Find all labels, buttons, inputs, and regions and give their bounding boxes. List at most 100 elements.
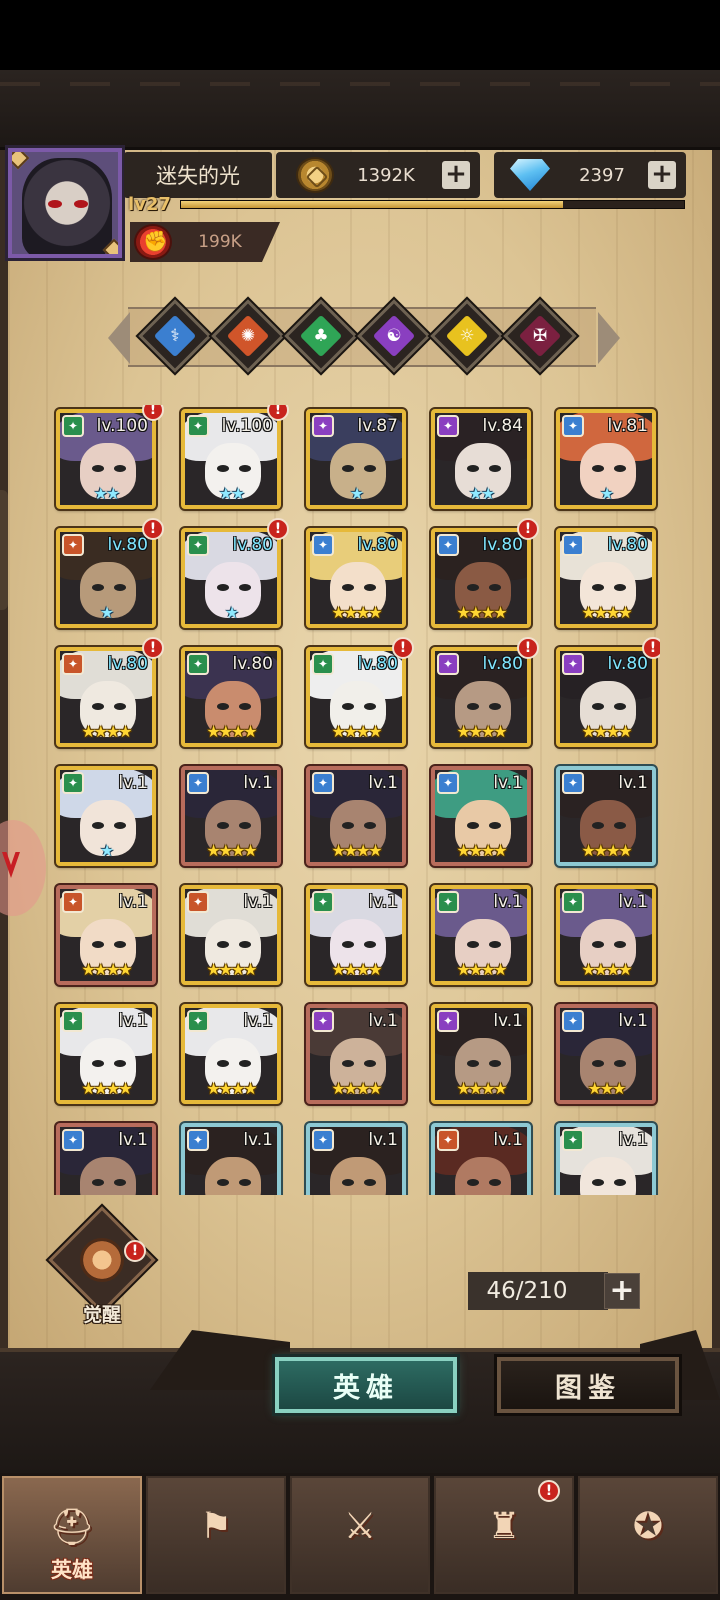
hero-eye — [92, 465, 104, 472]
hero-level: lv.80 — [232, 535, 274, 555]
hero-level: lv.80 — [107, 654, 149, 674]
hero-class-icon: ✦ — [437, 653, 459, 675]
hero-card[interactable]: ✦ lv.1 ★★★★ — [306, 885, 406, 985]
hero-eye — [342, 822, 354, 829]
hero-eye — [592, 465, 604, 472]
hero-card[interactable]: ✦ lv.80 ★ — [181, 528, 281, 628]
hero-eye — [217, 465, 229, 472]
hero-star-rating: ★★★★ — [581, 960, 632, 979]
hero-eye — [489, 941, 501, 948]
hero-class-icon: ✦ — [562, 534, 584, 556]
xp-bar — [180, 200, 685, 209]
angel-wing-icon: ⚕ — [170, 326, 180, 346]
xp-bar-fill — [181, 201, 564, 208]
hero-class-icon: ✦ — [62, 1129, 84, 1151]
hero-eye — [489, 822, 501, 829]
hero-card[interactable]: ✦ lv.87 ★ — [306, 409, 406, 509]
hero-class-icon: ✦ — [562, 1129, 584, 1151]
expand-capacity-button[interactable]: + — [604, 1273, 640, 1309]
hero-card[interactable]: ✦ lv.1 ★★★★ — [431, 766, 531, 866]
hero-card[interactable]: ✦ lv.80 ★★★★ — [306, 647, 406, 747]
hero-star-rating: ★★★★ — [81, 722, 132, 741]
hero-eye — [489, 465, 501, 472]
tab-heroes[interactable]: 英雄 — [275, 1357, 457, 1413]
hero-card[interactable]: ✦ lv.1 ★★★ — [556, 1004, 656, 1104]
nav-item-adventure-flag[interactable]: ⚑ — [146, 1476, 286, 1594]
hero-card[interactable]: ✦ lv.1 — [556, 1123, 656, 1195]
hero-card[interactable]: ✦ lv.1 ★★★★ — [56, 1004, 156, 1104]
side-pull-tab[interactable] — [0, 490, 8, 610]
hero-card[interactable]: ✦ lv.100 ★★ — [56, 409, 156, 509]
filter-right-arrow[interactable] — [598, 312, 620, 364]
hero-alert-badge: ! — [517, 637, 539, 659]
hero-card[interactable]: ✦ lv.100 ★★ — [181, 409, 281, 509]
player-avatar[interactable] — [5, 145, 125, 261]
hero-level: lv.80 — [107, 535, 149, 555]
hero-eye — [342, 1179, 354, 1186]
hero-card[interactable]: ✦ lv.1 ★★★★ — [56, 885, 156, 985]
hero-card[interactable]: ✦ lv.1 — [306, 1123, 406, 1195]
tab-codex[interactable]: 图鉴 — [497, 1357, 679, 1413]
hero-card[interactable]: ✦ lv.1 ★★★★ — [306, 1004, 406, 1104]
hero-eye — [364, 941, 376, 948]
hero-card[interactable]: ✦ lv.80 ★ — [56, 528, 156, 628]
hero-class-icon: ✦ — [437, 772, 459, 794]
hero-card[interactable]: ✦ lv.1 ★★★★ — [431, 885, 531, 985]
avatar-eye — [74, 200, 88, 208]
hero-eye — [614, 703, 626, 710]
nav-item-castle-tower[interactable]: ♜! — [434, 1476, 574, 1594]
hero-star-rating: ★★★★ — [456, 603, 507, 622]
gold-coin-icon — [296, 157, 334, 193]
hero-card[interactable]: ✦ lv.1 — [181, 1123, 281, 1195]
hero-level: lv.1 — [118, 1011, 148, 1031]
nav-alert-badge: ! — [538, 1480, 560, 1502]
hero-eye — [92, 703, 104, 710]
gem-value: 2397 — [579, 164, 625, 186]
hero-level: lv.1 — [118, 892, 148, 912]
hero-card[interactable]: ✦ lv.81 ★ — [556, 409, 656, 509]
hero-card[interactable]: ✦ lv.80 ★★★★ — [556, 528, 656, 628]
nav-item-battle-swords[interactable]: ⚔ — [290, 1476, 430, 1594]
hero-star-rating: ★★★★ — [456, 841, 507, 860]
hero-card[interactable]: ✦ lv.80 ★★★★ — [431, 528, 531, 628]
hero-card[interactable]: ✦ lv.1 ★★★★ — [556, 766, 656, 866]
hero-eye — [217, 941, 229, 948]
hero-alert-badge: ! — [142, 518, 164, 540]
nav-item-hero-helmet[interactable]: ⛑ 英雄 — [2, 1476, 142, 1594]
hero-level: lv.80 — [607, 535, 649, 555]
hero-card[interactable]: ✦ lv.1 ★ — [56, 766, 156, 866]
hero-class-icon: ✦ — [437, 1010, 459, 1032]
hero-star-rating: ★★★★ — [331, 603, 382, 622]
hero-star-rating: ★★★★ — [331, 722, 382, 741]
hero-card[interactable]: ✦ lv.1 ★★★★ — [181, 885, 281, 985]
hero-class-icon: ✦ — [187, 415, 209, 437]
hero-card[interactable]: ✦ lv.80 ★★★★ — [181, 647, 281, 747]
hero-eye — [92, 584, 104, 591]
hero-class-icon: ✦ — [312, 891, 334, 913]
hero-card[interactable]: ✦ lv.80 ★★★★ — [306, 528, 406, 628]
hero-card[interactable]: ✦ lv.1 ★★★★ — [306, 766, 406, 866]
hero-class-icon: ✦ — [187, 1010, 209, 1032]
hero-eye — [239, 584, 251, 591]
hero-class-icon: ✦ — [187, 534, 209, 556]
hero-card[interactable]: ✦ lv.1 ★★★★ — [556, 885, 656, 985]
hero-card[interactable]: ✦ lv.1 ★★★★ — [431, 1004, 531, 1104]
hero-eye — [614, 1179, 626, 1186]
add-gems-button[interactable]: + — [648, 161, 676, 189]
hero-card[interactable]: ✦ lv.84 ★★ — [431, 409, 531, 509]
nav-item-guild-handshake[interactable]: ✪ — [578, 1476, 718, 1594]
hero-class-icon: ✦ — [437, 534, 459, 556]
hero-class-icon: ✦ — [62, 772, 84, 794]
hero-card[interactable]: ✦ lv.1 — [56, 1123, 156, 1195]
hero-eye — [217, 584, 229, 591]
hero-card[interactable]: ✦ lv.80 ★★★★ — [556, 647, 656, 747]
hero-card[interactable]: ✦ lv.80 ★★★★ — [56, 647, 156, 747]
filter-left-arrow[interactable] — [108, 312, 130, 364]
hero-level: lv.1 — [118, 773, 148, 793]
awaken-alert-badge: ! — [124, 1240, 146, 1262]
hero-card[interactable]: ✦ lv.80 ★★★★ — [431, 647, 531, 747]
hero-card[interactable]: ✦ lv.1 — [431, 1123, 531, 1195]
hero-card[interactable]: ✦ lv.1 ★★★★ — [181, 1004, 281, 1104]
add-gold-button[interactable]: + — [442, 161, 470, 189]
hero-card[interactable]: ✦ lv.1 ★★★★ — [181, 766, 281, 866]
